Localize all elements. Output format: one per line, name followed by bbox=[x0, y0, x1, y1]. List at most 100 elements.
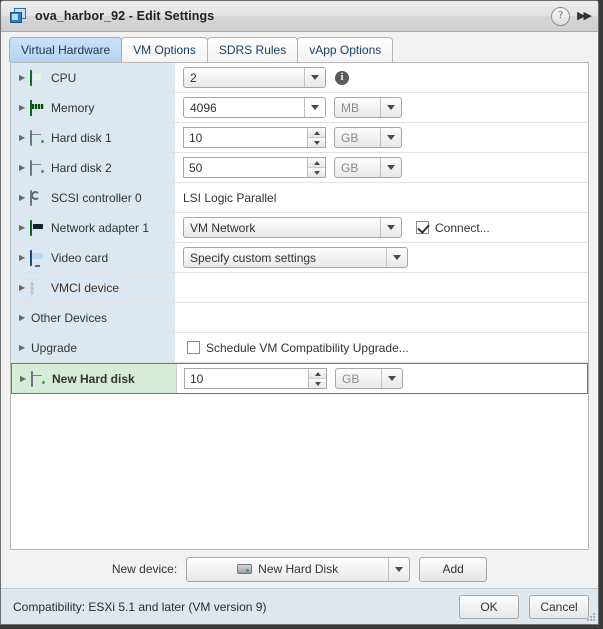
table-row-hard-disk-2[interactable]: ▶ Hard disk 2 50 GB bbox=[11, 153, 588, 183]
chevron-down-icon[interactable] bbox=[380, 98, 401, 117]
row-label-hard-disk-1: ▶ Hard disk 1 bbox=[11, 123, 176, 152]
tab-sdrs-rules[interactable]: SDRS Rules bbox=[206, 37, 299, 62]
ok-button[interactable]: OK bbox=[459, 594, 519, 619]
scsi-controller-type: LSI Logic Parallel bbox=[183, 190, 277, 205]
stepper-buttons[interactable] bbox=[308, 369, 326, 388]
stepper-buttons[interactable] bbox=[307, 128, 325, 147]
compatibility-text: Compatibility: ESXi 5.1 and later (VM ve… bbox=[13, 599, 267, 614]
expand-caret-icon[interactable]: ▶ bbox=[20, 374, 31, 383]
label-text: Video card bbox=[51, 250, 109, 265]
tab-virtual-hardware[interactable]: Virtual Hardware bbox=[9, 37, 123, 62]
row-value-vmci-device bbox=[176, 273, 588, 302]
memory-unit-value: MB bbox=[341, 100, 359, 115]
chevron-down-icon[interactable] bbox=[386, 248, 407, 267]
tab-bar: Virtual Hardware VM Options SDRS Rules v… bbox=[1, 32, 598, 62]
chevron-down-icon[interactable] bbox=[380, 158, 401, 177]
stepper-up-icon[interactable] bbox=[308, 158, 325, 168]
expand-caret-icon[interactable]: ▶ bbox=[19, 73, 30, 82]
hard-disk-icon bbox=[30, 129, 46, 146]
memory-unit-dropdown[interactable]: MB bbox=[334, 97, 402, 118]
row-value-scsi-controller-0: LSI Logic Parallel bbox=[176, 183, 588, 212]
expand-chevrons-icon[interactable]: ▶▶ bbox=[577, 10, 592, 22]
stepper-buttons[interactable] bbox=[307, 158, 325, 177]
video-card-settings-dropdown[interactable]: Specify custom settings bbox=[183, 247, 408, 268]
edit-settings-dialog: ova_harbor_92 - Edit Settings ? ▶▶ Virtu… bbox=[0, 0, 599, 625]
stepper-down-icon[interactable] bbox=[308, 138, 325, 147]
expand-caret-icon[interactable]: ▶ bbox=[19, 133, 30, 142]
row-label-upgrade: ▶ Upgrade bbox=[11, 333, 176, 362]
table-row-vmci-device[interactable]: ▶ VMCI device bbox=[11, 273, 588, 303]
new-hard-disk-unit-dropdown[interactable]: GB bbox=[335, 368, 403, 389]
cpu-count-dropdown[interactable]: 2 bbox=[183, 67, 326, 88]
cpu-icon bbox=[30, 69, 46, 86]
table-row-memory[interactable]: ▶ Memory 4096 MB bbox=[11, 93, 588, 123]
expand-caret-icon[interactable]: ▶ bbox=[19, 313, 30, 322]
label-text: Memory bbox=[51, 100, 95, 115]
row-value-video-card: Specify custom settings bbox=[176, 243, 588, 272]
row-label-scsi-controller-0: ▶ SCSI controller 0 bbox=[11, 183, 176, 212]
connect-checkbox[interactable] bbox=[416, 221, 429, 234]
network-value: VM Network bbox=[190, 220, 256, 235]
row-value-memory: 4096 MB bbox=[176, 93, 588, 122]
cpu-count-value: 2 bbox=[190, 70, 197, 85]
help-icon[interactable]: ? bbox=[551, 6, 571, 26]
hard-disk-2-size-stepper[interactable]: 50 bbox=[183, 157, 326, 178]
chevron-down-icon[interactable] bbox=[380, 128, 401, 147]
tab-vm-options[interactable]: VM Options bbox=[121, 37, 208, 62]
table-row-cpu[interactable]: ▶ CPU 2 i bbox=[11, 63, 588, 93]
chevron-down-icon[interactable] bbox=[380, 218, 401, 237]
hard-disk-2-unit-dropdown[interactable]: GB bbox=[334, 157, 402, 178]
chevron-down-icon[interactable] bbox=[381, 369, 402, 388]
stepper-up-icon[interactable] bbox=[309, 369, 326, 379]
tab-vapp-options[interactable]: vApp Options bbox=[297, 37, 394, 62]
table-row-upgrade[interactable]: ▶ Upgrade Schedule VM Compatibility Upgr… bbox=[11, 333, 588, 363]
stepper-up-icon[interactable] bbox=[308, 128, 325, 138]
new-hard-disk-size-value: 10 bbox=[190, 371, 204, 386]
row-value-network-adapter-1: VM Network Connect... bbox=[176, 213, 588, 242]
hard-disk-1-unit-dropdown[interactable]: GB bbox=[334, 127, 402, 148]
expand-caret-icon[interactable]: ▶ bbox=[19, 253, 30, 262]
resize-grip-icon[interactable] bbox=[587, 613, 596, 622]
new-device-selected-text: New Hard Disk bbox=[258, 562, 339, 576]
hard-disk-icon bbox=[31, 370, 47, 387]
cancel-button[interactable]: Cancel bbox=[529, 594, 589, 619]
memory-size-input[interactable]: 4096 bbox=[183, 97, 326, 118]
row-label-cpu: ▶ CPU bbox=[11, 63, 176, 92]
label-text: VMCI device bbox=[51, 280, 120, 295]
info-icon[interactable]: i bbox=[335, 70, 349, 85]
add-device-button[interactable]: Add bbox=[419, 556, 488, 582]
stepper-down-icon[interactable] bbox=[308, 168, 325, 177]
schedule-upgrade-checkbox[interactable] bbox=[187, 341, 200, 354]
expand-caret-icon[interactable]: ▶ bbox=[19, 163, 30, 172]
table-row-new-hard-disk[interactable]: ▶ New Hard disk 10 GB bbox=[11, 363, 588, 394]
expand-caret-icon[interactable]: ▶ bbox=[19, 343, 30, 352]
chevron-down-icon[interactable] bbox=[304, 68, 325, 87]
table-row-other-devices[interactable]: ▶ Other Devices bbox=[11, 303, 588, 333]
chevron-down-icon[interactable] bbox=[388, 557, 409, 581]
new-device-bar: New device: New Hard Disk Add bbox=[1, 550, 598, 588]
video-card-settings-value: Specify custom settings bbox=[190, 250, 317, 265]
network-dropdown[interactable]: VM Network bbox=[183, 217, 402, 238]
memory-size-value: 4096 bbox=[190, 100, 217, 115]
expand-caret-icon[interactable]: ▶ bbox=[19, 223, 30, 232]
expand-caret-icon[interactable]: ▶ bbox=[19, 283, 30, 292]
label-text: New Hard disk bbox=[52, 371, 135, 386]
table-row-hard-disk-1[interactable]: ▶ Hard disk 1 10 GB bbox=[11, 123, 588, 153]
expand-caret-icon[interactable]: ▶ bbox=[19, 103, 30, 112]
new-hard-disk-size-stepper[interactable]: 10 bbox=[184, 368, 327, 389]
hard-disk-2-unit-value: GB bbox=[341, 160, 359, 175]
expand-caret-icon[interactable]: ▶ bbox=[19, 193, 30, 202]
row-label-vmci-device: ▶ VMCI device bbox=[11, 273, 176, 302]
table-row-scsi-controller-0[interactable]: ▶ SCSI controller 0 LSI Logic Parallel bbox=[11, 183, 588, 213]
table-row-network-adapter-1[interactable]: ▶ Network adapter 1 VM Network Connect..… bbox=[11, 213, 588, 243]
hard-disk-1-size-stepper[interactable]: 10 bbox=[183, 127, 326, 148]
new-device-dropdown[interactable]: New Hard Disk bbox=[186, 556, 411, 582]
virtual-machine-icon bbox=[10, 8, 27, 24]
table-row-video-card[interactable]: ▶ Video card Specify custom settings bbox=[11, 243, 588, 273]
stepper-down-icon[interactable] bbox=[309, 379, 326, 388]
chevron-down-icon[interactable] bbox=[304, 98, 325, 117]
title-bar: ova_harbor_92 - Edit Settings ? ▶▶ bbox=[1, 1, 598, 32]
hard-disk-icon bbox=[237, 564, 253, 574]
new-device-label: New device: bbox=[111, 562, 178, 576]
new-hard-disk-unit-value: GB bbox=[342, 371, 360, 386]
